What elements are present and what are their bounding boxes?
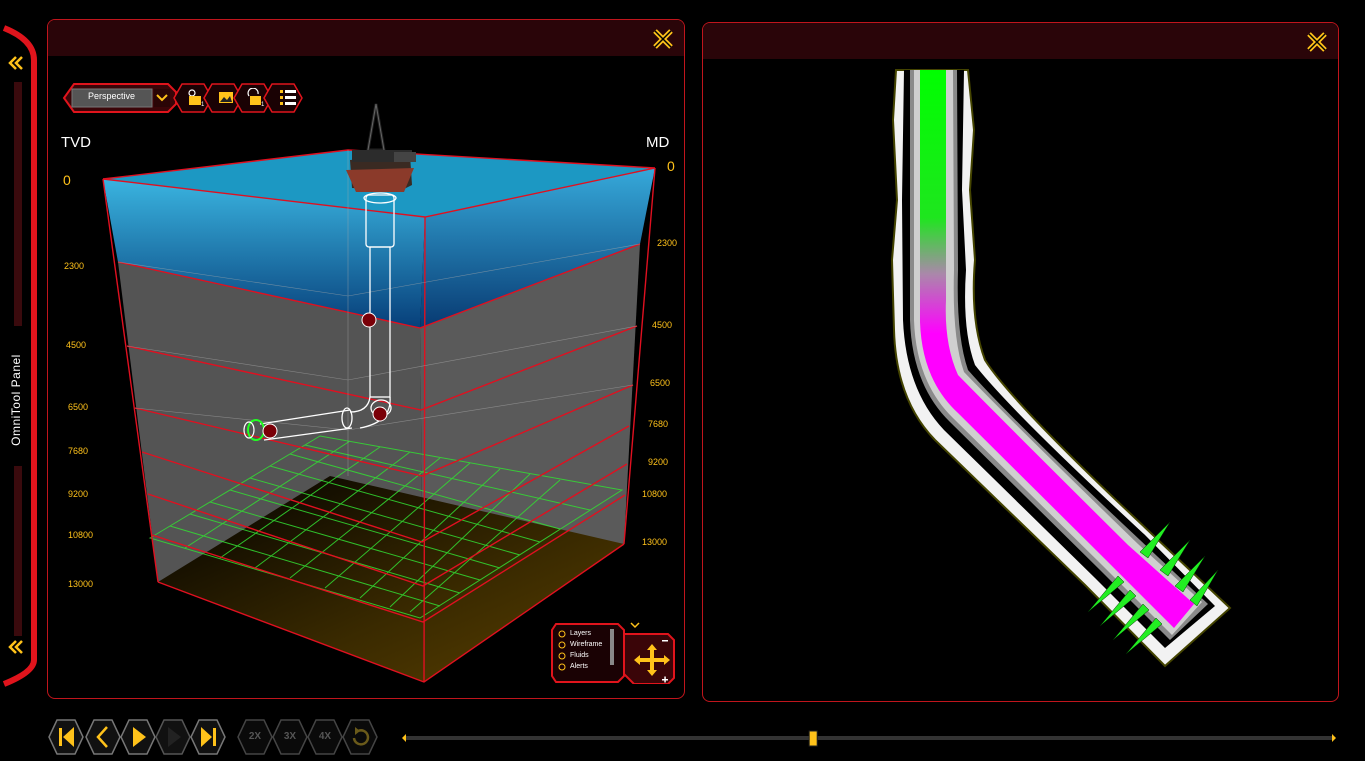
- skip-to-start-button[interactable]: [48, 718, 84, 756]
- pause-button[interactable]: [155, 718, 191, 756]
- replay-button[interactable]: [342, 718, 378, 756]
- play-button[interactable]: [120, 718, 156, 756]
- timeline-handle[interactable]: [808, 730, 818, 747]
- speed-2x-button[interactable]: 2X: [237, 718, 273, 756]
- speed-3x-button[interactable]: 3X: [272, 718, 308, 756]
- step-back-button[interactable]: [85, 718, 121, 756]
- timeline-slider[interactable]: [400, 728, 1340, 748]
- speed-4x-button[interactable]: 4X: [307, 718, 343, 756]
- well-cross-section[interactable]: [0, 0, 1365, 760]
- skip-to-end-button[interactable]: [190, 718, 226, 756]
